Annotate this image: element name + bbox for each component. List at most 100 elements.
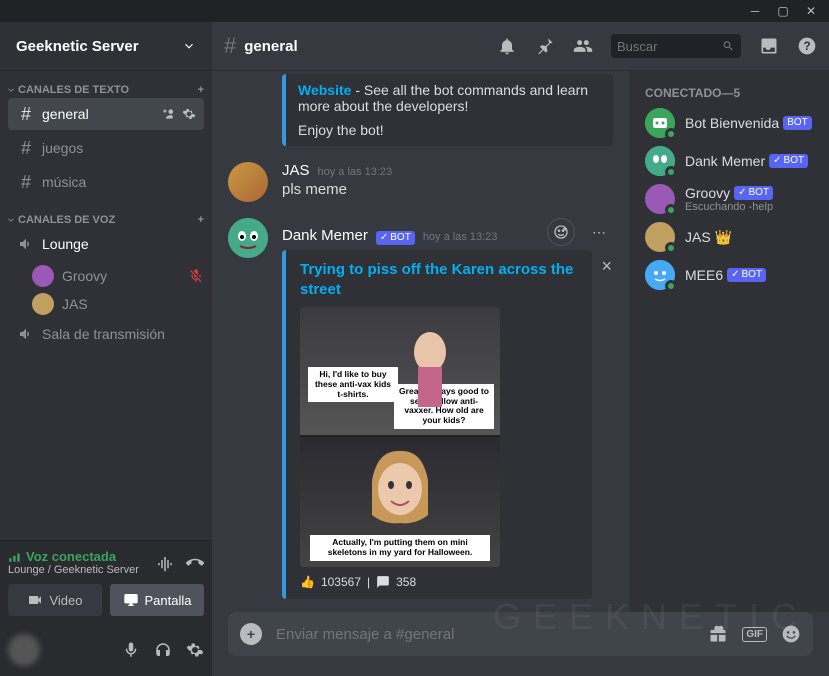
notifications-icon[interactable] xyxy=(497,36,517,56)
bot-tag: ✓ BOT xyxy=(376,231,415,245)
members-icon[interactable] xyxy=(573,36,593,56)
help-icon[interactable]: ? xyxy=(797,36,817,56)
message-input[interactable] xyxy=(276,626,694,643)
channel-musica[interactable]: # música xyxy=(8,166,204,198)
minimize-button[interactable]: ─ xyxy=(741,0,769,22)
screen-share-button[interactable]: Pantalla xyxy=(110,584,204,616)
gear-icon[interactable] xyxy=(182,107,196,121)
close-embed-icon[interactable]: × xyxy=(601,256,612,277)
meme-image[interactable]: Hi, I'd like to buy these anti-vax kids … xyxy=(300,307,500,567)
text-channels-category[interactable]: Canales de texto + xyxy=(0,78,212,98)
invite-icon[interactable] xyxy=(162,107,176,121)
voice-user-jas[interactable]: JAS xyxy=(0,290,212,318)
bot-tag: ✓ BOT xyxy=(734,186,773,200)
mute-icon[interactable] xyxy=(122,641,140,659)
avatar xyxy=(645,184,675,214)
message-dank-memer: Dank Memer ✓ BOT hoy a las 13:23 ⋯ xyxy=(228,218,613,599)
voice-status-text: Voz conectada xyxy=(8,549,139,564)
member-mee6[interactable]: MEE6 ✓ BOT xyxy=(637,256,821,294)
member-jas[interactable]: JAS 👑 xyxy=(637,218,821,256)
message-author[interactable]: Dank Memer xyxy=(282,227,368,244)
add-channel-icon[interactable]: + xyxy=(198,214,204,226)
message-time: hoy a las 13:23 xyxy=(318,166,393,178)
chevron-down-icon xyxy=(6,215,16,225)
svg-text:?: ? xyxy=(803,40,810,53)
members-group-title: Conectado—5 xyxy=(637,86,821,104)
channel-title: general xyxy=(244,38,297,55)
channel-label: Lounge xyxy=(42,236,89,252)
avatar xyxy=(32,293,54,315)
speaker-icon xyxy=(16,236,36,252)
channel-lounge[interactable]: Lounge xyxy=(8,228,204,260)
comment-icon xyxy=(376,575,390,589)
channel-header: # general ? xyxy=(212,22,829,70)
close-button[interactable]: ✕ xyxy=(797,0,825,22)
window-titlebar: ─ ▢ ✕ xyxy=(0,0,829,22)
deafen-icon[interactable] xyxy=(154,641,172,659)
hash-icon: # xyxy=(16,104,36,125)
hash-icon: # xyxy=(16,138,36,159)
search-box[interactable] xyxy=(611,34,741,58)
pinned-icon[interactable] xyxy=(535,36,555,56)
message-input-bar: + GIF xyxy=(212,612,829,676)
member-dank-memer[interactable]: Dank Memer ✓ BOT xyxy=(637,142,821,180)
speaker-icon xyxy=(16,326,36,342)
crown-icon: 👑 xyxy=(715,229,732,246)
avatar xyxy=(645,222,675,252)
channel-general[interactable]: # general xyxy=(8,98,204,130)
channel-transmision[interactable]: Sala de transmisión xyxy=(8,318,204,350)
channel-label: juegos xyxy=(42,140,83,156)
screen-icon xyxy=(123,592,139,608)
embed-footer: 👍103567 | 358 xyxy=(300,575,578,589)
avatar[interactable] xyxy=(228,218,268,258)
emoji-icon[interactable] xyxy=(781,624,801,644)
voice-connected-panel: Voz conectada Lounge / Geeknetic Server xyxy=(0,540,212,624)
disconnect-icon[interactable] xyxy=(186,554,204,572)
embed-title[interactable]: Trying to piss off the Karen across the … xyxy=(300,260,578,299)
gif-button[interactable]: GIF xyxy=(742,627,767,642)
noise-suppression-icon[interactable] xyxy=(156,554,174,572)
settings-icon[interactable] xyxy=(186,641,204,659)
signal-icon xyxy=(8,550,22,564)
avatar xyxy=(32,265,54,287)
voice-channels-category[interactable]: Canales de voz + xyxy=(0,208,212,228)
self-avatar[interactable] xyxy=(8,634,40,666)
hash-icon: # xyxy=(224,33,236,59)
message-time: hoy a las 13:23 xyxy=(423,231,498,243)
inbox-icon[interactable] xyxy=(759,36,779,56)
channel-juegos[interactable]: # juegos xyxy=(8,132,204,164)
channel-sidebar: Geeknetic Server Canales de texto + # ge… xyxy=(0,22,212,676)
gift-icon[interactable] xyxy=(708,624,728,644)
member-groovy[interactable]: Groovy ✓ BOT Escuchando -help xyxy=(637,180,821,218)
channel-label: general xyxy=(42,106,89,122)
add-reaction-button[interactable] xyxy=(547,218,575,246)
more-button[interactable]: ⋯ xyxy=(585,218,613,246)
video-icon xyxy=(27,592,43,608)
bot-tag: ✓ BOT xyxy=(727,268,766,282)
search-input[interactable] xyxy=(617,39,722,54)
channel-label: música xyxy=(42,174,86,190)
server-header[interactable]: Geeknetic Server xyxy=(0,22,212,70)
member-bot-bienvenida[interactable]: Bot Bienvenida BOT xyxy=(637,104,821,142)
avatar xyxy=(645,260,675,290)
bot-tag: ✓ BOT xyxy=(769,154,808,168)
voice-user-groovy[interactable]: Groovy xyxy=(0,262,212,290)
add-channel-icon[interactable]: + xyxy=(198,84,204,96)
attach-button[interactable]: + xyxy=(240,623,262,645)
avatar[interactable] xyxy=(228,162,268,202)
avatar xyxy=(645,108,675,138)
member-status: Escuchando -help xyxy=(685,201,773,213)
voice-path: Lounge / Geeknetic Server xyxy=(8,564,139,576)
muted-icon xyxy=(188,268,204,284)
video-button[interactable]: Video xyxy=(8,584,102,616)
members-list: Conectado—5 Bot Bienvenida BOT xyxy=(629,70,829,612)
chevron-down-icon xyxy=(182,39,196,53)
maximize-button[interactable]: ▢ xyxy=(769,0,797,22)
message-text: pls meme xyxy=(282,181,613,198)
embed-link[interactable]: Website xyxy=(298,82,351,98)
server-name: Geeknetic Server xyxy=(16,38,139,55)
message-author[interactable]: JAS xyxy=(282,162,310,179)
bot-tag: BOT xyxy=(783,116,812,130)
user-panel xyxy=(0,624,212,676)
hash-icon: # xyxy=(16,172,36,193)
